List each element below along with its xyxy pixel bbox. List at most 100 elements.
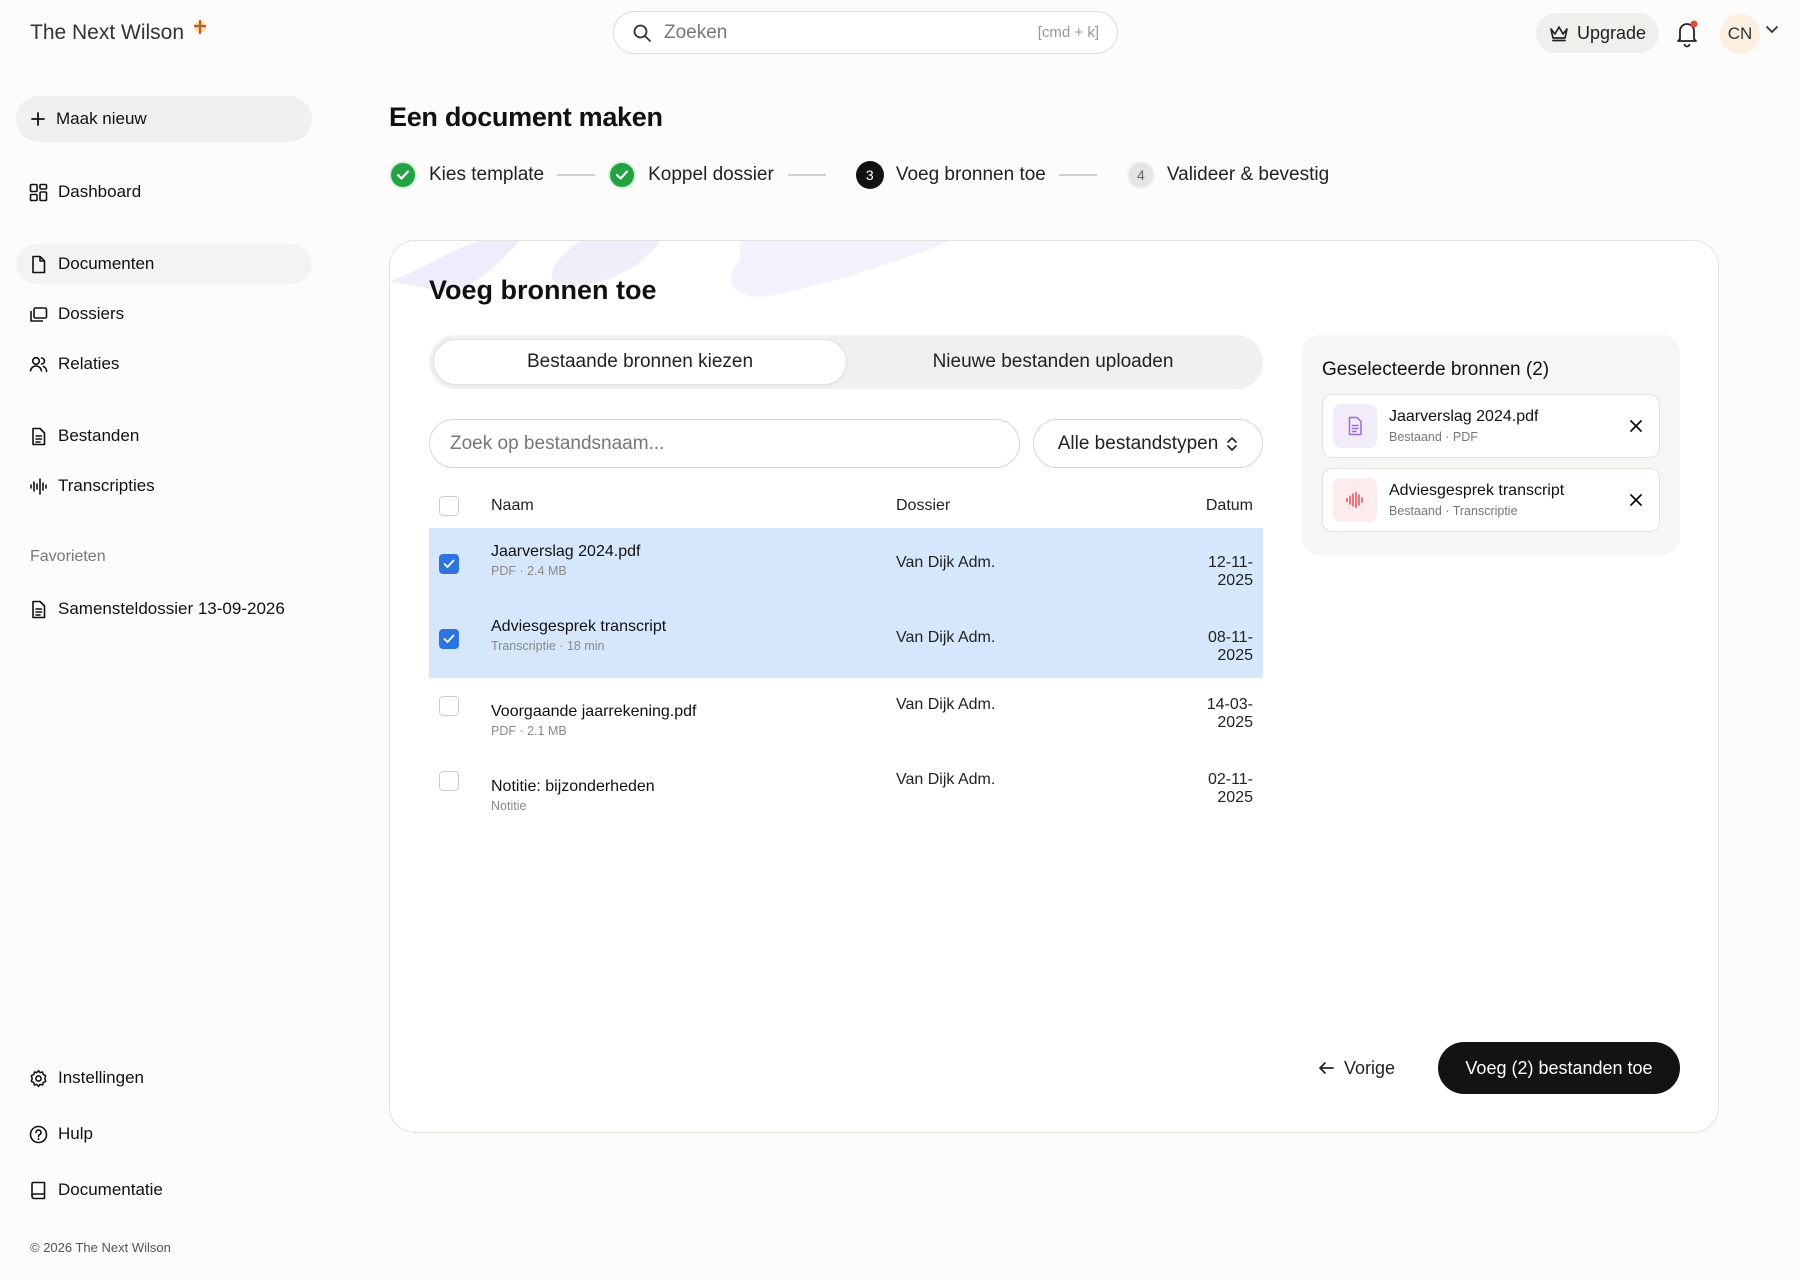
selected-sources-panel: Geselecteerde bronnen (2) Jaarverslag 20… bbox=[1302, 335, 1680, 555]
table-row[interactable]: Notitie: bijzonderheden Notitie Van Dijk… bbox=[429, 753, 1263, 828]
search-input[interactable] bbox=[664, 21, 1038, 44]
step-check-icon bbox=[389, 161, 417, 189]
tab-upload-new[interactable]: Nieuwe bestanden uploaden bbox=[847, 339, 1259, 385]
step-kies-template[interactable]: Kies template bbox=[389, 161, 544, 189]
gear-icon bbox=[30, 1069, 47, 1087]
brand[interactable]: The Next Wilson bbox=[30, 19, 208, 46]
step-connector bbox=[1058, 174, 1097, 176]
table-row[interactable]: Adviesgesprek transcript Transcriptie · … bbox=[429, 603, 1263, 678]
remove-source-button[interactable] bbox=[1623, 413, 1649, 439]
brand-name: The Next Wilson bbox=[30, 21, 185, 44]
sidebar-item-dossiers[interactable]: Dossiers bbox=[16, 294, 312, 334]
sidebar-item-instellingen[interactable]: Instellingen bbox=[16, 1058, 312, 1098]
file-meta: Notitie bbox=[491, 799, 527, 813]
global-search[interactable]: [cmd + k] bbox=[613, 11, 1118, 54]
document-icon bbox=[32, 255, 46, 273]
card-title: Voeg bronnen toe bbox=[429, 275, 657, 305]
search-icon bbox=[633, 24, 651, 42]
source-tabs: Bestaande bronnen kiezen Nieuwe bestande… bbox=[429, 335, 1263, 389]
add-files-button[interactable]: Voeg (2) bestanden toe bbox=[1438, 1042, 1680, 1094]
sidebar-item-documentatie[interactable]: Documentatie bbox=[16, 1170, 312, 1210]
back-button[interactable]: Vorige bbox=[1318, 1046, 1395, 1090]
sources-table: Naam Dossier Datum Jaarverslag 2024.pdf … bbox=[429, 483, 1263, 828]
plus-icon bbox=[31, 112, 45, 126]
column-header-dossier[interactable]: Dossier bbox=[896, 497, 1176, 515]
chevron-down-icon[interactable] bbox=[1765, 25, 1779, 35]
notification-bell-icon[interactable] bbox=[1673, 18, 1701, 48]
audio-wave-icon bbox=[30, 477, 47, 495]
file-search-input[interactable] bbox=[429, 419, 1020, 468]
file-name: Adviesgesprek transcript bbox=[491, 618, 667, 635]
table-row[interactable]: Jaarverslag 2024.pdf PDF · 2.4 MB Van Di… bbox=[429, 528, 1263, 603]
users-icon bbox=[29, 356, 48, 372]
selected-source-item: Jaarverslag 2024.pdf Bestaand · PDF bbox=[1322, 394, 1660, 458]
book-icon bbox=[31, 1181, 46, 1199]
step-number: 4 bbox=[1126, 161, 1155, 189]
table-header: Naam Dossier Datum bbox=[429, 483, 1263, 528]
sidebar-item-relaties[interactable]: Relaties bbox=[16, 344, 312, 384]
help-icon bbox=[29, 1125, 48, 1143]
file-type-value: Alle bestandstypen bbox=[1057, 432, 1219, 454]
avatar[interactable]: CN bbox=[1720, 14, 1760, 54]
select-all-checkbox[interactable] bbox=[439, 495, 459, 516]
file-dossier: Van Dijk Adm. bbox=[896, 629, 996, 646]
sidebar-item-dashboard[interactable]: Dashboard bbox=[16, 172, 312, 212]
step-number: 3 bbox=[855, 161, 884, 189]
sidebar-item-documenten[interactable]: Documenten bbox=[16, 244, 312, 284]
sources-card: Voeg bronnen toe Bestaande bronnen kieze… bbox=[389, 240, 1719, 1133]
sidebar-item-label: Samensteldossier 13-09-2026 bbox=[58, 599, 285, 618]
sidebar-item-hulp[interactable]: Hulp bbox=[16, 1114, 312, 1154]
step-valideer-bevestig[interactable]: 4 Valideer & bevestig bbox=[1126, 161, 1329, 189]
check-icon bbox=[443, 559, 455, 568]
page-title: Een document maken bbox=[389, 102, 663, 132]
tab-existing-sources[interactable]: Bestaande bronnen kiezen bbox=[433, 339, 847, 385]
selected-source-meta: Bestaand · PDF bbox=[1389, 430, 1478, 444]
table-row[interactable]: Voorgaande jaarrekening.pdf PDF · 2.1 MB… bbox=[429, 678, 1263, 753]
upgrade-button[interactable]: Upgrade bbox=[1536, 13, 1659, 53]
sidebar-item-label: Hulp bbox=[58, 1124, 93, 1143]
sidebar-item-label: Documenten bbox=[58, 254, 155, 273]
selected-source-name: Jaarverslag 2024.pdf bbox=[1389, 408, 1539, 425]
copyright: © 2026 The Next Wilson bbox=[30, 1240, 171, 1255]
row-checkbox[interactable] bbox=[439, 629, 459, 649]
new-button[interactable]: Maak nieuw bbox=[16, 96, 312, 142]
sidebar-item-label: Bestanden bbox=[58, 426, 140, 445]
file-name: Notitie: bijzonderheden bbox=[491, 778, 655, 795]
step-connector bbox=[557, 174, 596, 176]
sidebar-item-label: Dashboard bbox=[58, 182, 142, 201]
file-name: Jaarverslag 2024.pdf bbox=[491, 543, 641, 560]
selected-sources-heading: Geselecteerde bronnen (2) bbox=[1322, 359, 1550, 380]
file-date: 14-03-2025 bbox=[1206, 696, 1253, 731]
file-dossier: Van Dijk Adm. bbox=[896, 771, 996, 788]
step-voeg-bronnen-toe[interactable]: 3 Voeg bronnen toe bbox=[855, 161, 1046, 189]
selected-source-meta: Bestaand · Transcriptie bbox=[1389, 504, 1518, 518]
sidebar-item-label: Transcripties bbox=[58, 476, 155, 495]
notification-dot bbox=[1690, 20, 1698, 28]
step-label: Koppel dossier bbox=[648, 164, 774, 185]
sidebar-favorite-item[interactable]: Samensteldossier 13-09-2026 bbox=[16, 589, 312, 629]
dashboard-icon bbox=[29, 183, 48, 201]
remove-source-button[interactable] bbox=[1623, 487, 1649, 513]
sidebar-item-transcripties[interactable]: Transcripties bbox=[16, 466, 312, 506]
check-icon bbox=[443, 634, 455, 643]
row-checkbox[interactable] bbox=[439, 554, 459, 574]
file-meta: PDF · 2.4 MB bbox=[491, 564, 567, 578]
search-shortcut: [cmd + k] bbox=[1037, 24, 1099, 41]
folders-icon bbox=[30, 306, 48, 322]
file-type-select[interactable]: Alle bestandstypen bbox=[1033, 419, 1263, 468]
sidebar-item-bestanden[interactable]: Bestanden bbox=[16, 416, 312, 456]
file-date: 12-11-2025 bbox=[1207, 554, 1253, 589]
step-koppel-dossier[interactable]: Koppel dossier bbox=[608, 161, 774, 189]
file-date: 02-11-2025 bbox=[1207, 771, 1253, 806]
sidebar-item-label: Documentatie bbox=[58, 1180, 163, 1199]
column-header-date[interactable]: Datum bbox=[1176, 497, 1263, 515]
arrow-left-icon bbox=[1319, 1062, 1334, 1074]
step-check-icon bbox=[608, 161, 637, 189]
close-icon bbox=[1630, 494, 1642, 506]
row-checkbox[interactable] bbox=[439, 771, 459, 791]
crown-icon bbox=[1550, 26, 1568, 42]
column-header-name[interactable]: Naam bbox=[491, 497, 896, 515]
row-checkbox[interactable] bbox=[439, 696, 459, 716]
file-dossier: Van Dijk Adm. bbox=[896, 554, 996, 571]
favorites-heading: Favorieten bbox=[30, 548, 106, 565]
